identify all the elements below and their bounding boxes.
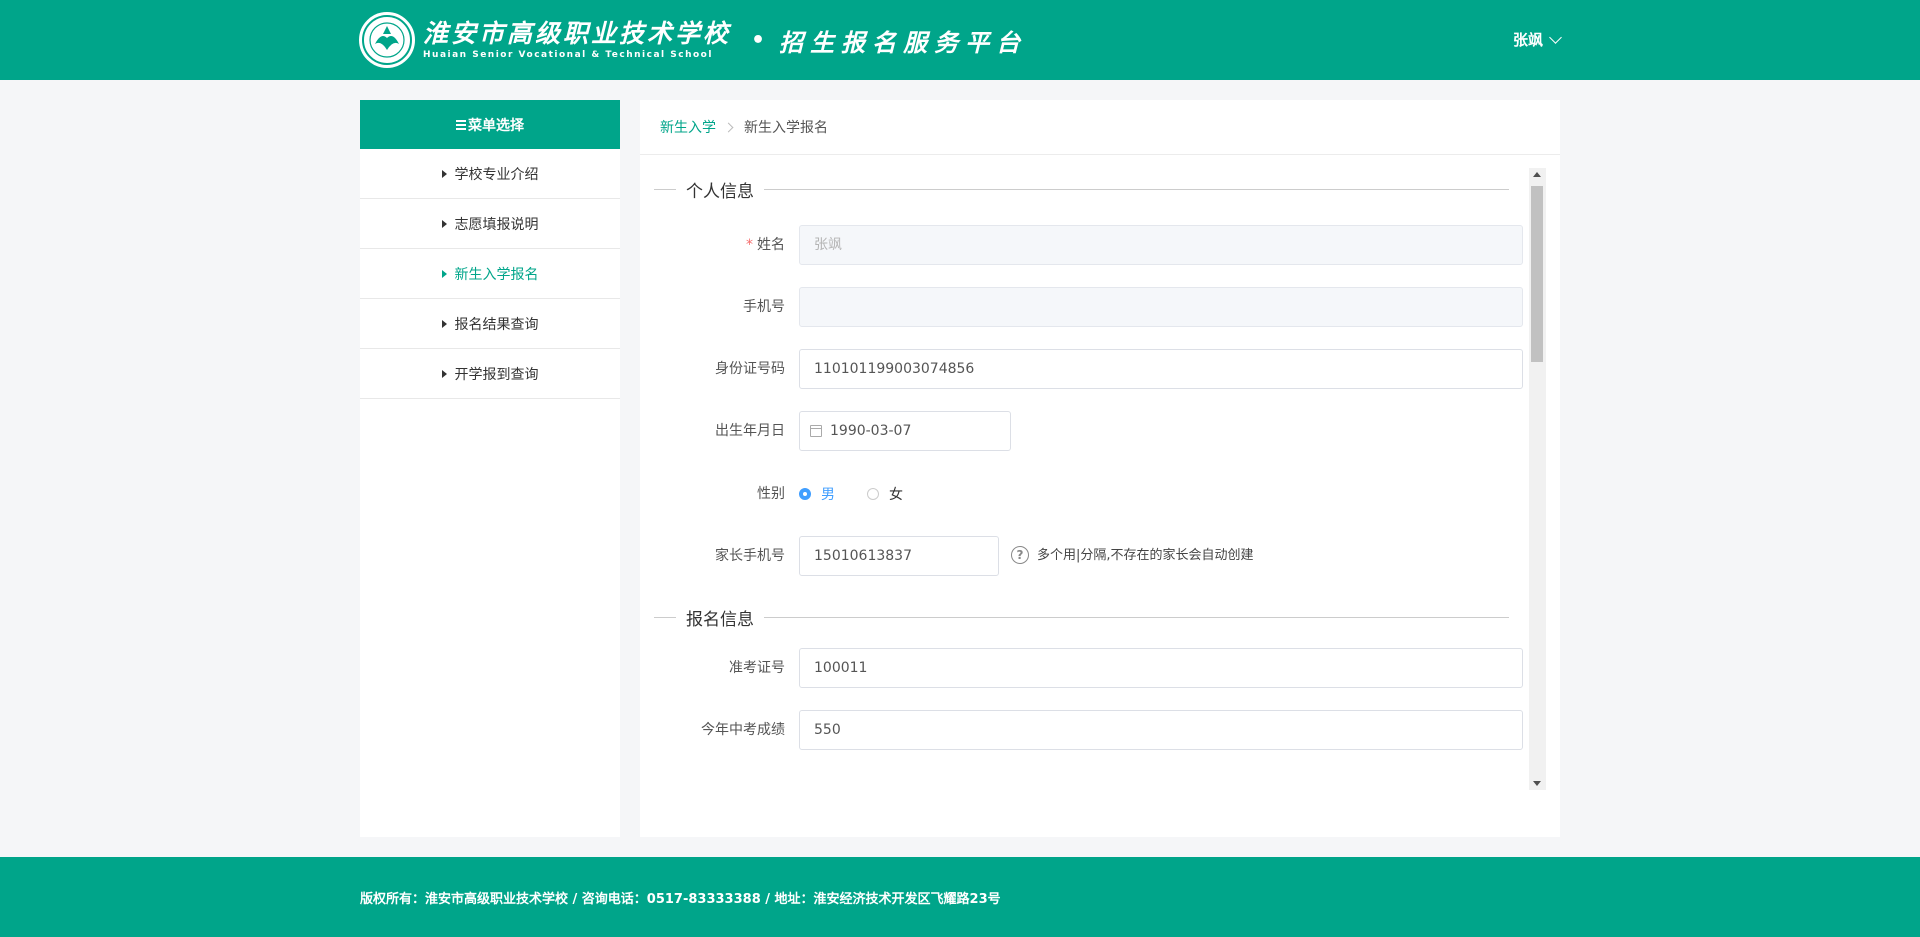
gender-row: 性别 男 女 bbox=[654, 474, 1534, 514]
parent-phone-row: 家长手机号 ? 多个用|分隔,不存在的家长会自动创建 bbox=[654, 536, 1534, 576]
school-name-en: Huaian Senior Vocational & Technical Sch… bbox=[423, 50, 713, 60]
section-personal-info: 个人信息 bbox=[654, 174, 1509, 204]
sidebar-item-school-majors[interactable]: 学校专业介绍 bbox=[360, 149, 620, 199]
title-separator: • bbox=[751, 27, 766, 53]
section-title: 报名信息 bbox=[686, 609, 754, 630]
caret-right-icon bbox=[441, 369, 447, 378]
name-label: * 姓名 bbox=[654, 225, 785, 265]
scrollbar-thumb[interactable] bbox=[1531, 186, 1543, 362]
gender-female-radio[interactable]: 女 bbox=[867, 474, 903, 514]
sidebar-item-enrollment-query[interactable]: 开学报到查询 bbox=[360, 349, 620, 399]
sidebar-item-label: 报名结果查询 bbox=[454, 316, 539, 333]
sidebar-header: 菜单选择 bbox=[360, 100, 620, 149]
gender-label: 性别 bbox=[757, 486, 785, 502]
sidebar: 菜单选择 学校专业介绍 志愿填报说明 新生入学报名 报名结果查询 开学报到查询 bbox=[360, 100, 620, 837]
sidebar-item-label: 开学报到查询 bbox=[454, 366, 539, 383]
main-panel: 新生入学 新生入学报名 个人信息 *姓名 手机号 身份证号码 出生年月日 性别 bbox=[640, 100, 1560, 837]
sidebar-item-new-student-registration[interactable]: 新生入学报名 bbox=[360, 249, 620, 299]
user-name: 张飒 bbox=[1512, 31, 1543, 49]
name-label-text: 姓名 bbox=[757, 237, 785, 253]
chevron-right-icon bbox=[723, 122, 734, 132]
gender-male-label: 男 bbox=[821, 487, 835, 503]
radio-dot bbox=[867, 488, 879, 500]
id-row: 身份证号码 bbox=[654, 349, 1534, 389]
parent-phone-label: 家长手机号 bbox=[715, 548, 785, 564]
form-scrollbar[interactable] bbox=[1529, 168, 1546, 790]
caret-right-icon bbox=[441, 319, 447, 328]
parent-phone-input[interactable] bbox=[799, 536, 999, 576]
required-mark: * bbox=[746, 237, 753, 253]
help-icon[interactable]: ? bbox=[1011, 546, 1029, 564]
exam-score-input[interactable] bbox=[799, 710, 1523, 750]
platform-title: 招生报名服务平台 bbox=[779, 27, 1028, 57]
sidebar-item-label: 志愿填报说明 bbox=[454, 216, 539, 233]
divider bbox=[764, 188, 1509, 190]
phone-input[interactable] bbox=[799, 287, 1523, 327]
top-header: 淮安市高级职业技术学校 Huaian Senior Vocational & T… bbox=[0, 0, 1920, 80]
name-row: * 姓名 bbox=[654, 225, 1534, 265]
exam-number-input[interactable] bbox=[799, 648, 1523, 688]
birth-row: 出生年月日 bbox=[654, 411, 1534, 451]
divider bbox=[654, 616, 676, 618]
exam-no-row: 准考证号 bbox=[654, 648, 1534, 688]
birth-date-picker[interactable] bbox=[799, 411, 1011, 451]
footer-copyright: 版权所有：淮安市高级职业技术学校 / 咨询电话：0517-83333388 / … bbox=[360, 892, 1001, 907]
sidebar-item-application-guide[interactable]: 志愿填报说明 bbox=[360, 199, 620, 249]
chevron-down-icon bbox=[1549, 30, 1562, 44]
scroll-up-arrow-icon[interactable] bbox=[1533, 172, 1541, 177]
menu-icon bbox=[456, 119, 466, 130]
name-input[interactable] bbox=[799, 225, 1523, 265]
parent-phone-help-text: 多个用|分隔,不存在的家长会自动创建 bbox=[1037, 548, 1254, 563]
registration-form: 个人信息 *姓名 手机号 身份证号码 出生年月日 性别 男 bbox=[654, 170, 1534, 788]
phone-label: 手机号 bbox=[743, 299, 785, 315]
id-number-input[interactable] bbox=[799, 349, 1523, 389]
caret-right-icon bbox=[441, 169, 447, 178]
phone-row: 手机号 bbox=[654, 287, 1534, 327]
breadcrumb: 新生入学 新生入学报名 bbox=[640, 100, 1560, 155]
school-logo[interactable]: 淮安市高级职业技术学校 Huaian Senior Vocational & T… bbox=[359, 11, 1027, 69]
sidebar-title: 菜单选择 bbox=[468, 117, 524, 134]
score-label: 今年中考成绩 bbox=[701, 722, 785, 738]
page-footer: 版权所有：淮安市高级职业技术学校 / 咨询电话：0517-83333388 / … bbox=[0, 857, 1920, 937]
calendar-icon bbox=[810, 425, 822, 437]
sidebar-item-label: 学校专业介绍 bbox=[454, 166, 539, 183]
user-menu-dropdown[interactable]: 张飒 bbox=[1512, 29, 1562, 50]
gender-female-label: 女 bbox=[889, 487, 903, 503]
caret-right-icon bbox=[441, 219, 447, 228]
breadcrumb-current: 新生入学报名 bbox=[744, 120, 828, 136]
divider bbox=[764, 616, 1509, 618]
sidebar-item-result-query[interactable]: 报名结果查询 bbox=[360, 299, 620, 349]
divider bbox=[654, 188, 676, 190]
exam-no-label: 准考证号 bbox=[729, 660, 785, 676]
radio-dot bbox=[799, 488, 811, 500]
score-row: 今年中考成绩 bbox=[654, 710, 1534, 750]
id-label: 身份证号码 bbox=[715, 361, 785, 377]
caret-right-icon bbox=[441, 269, 447, 278]
school-emblem-icon bbox=[359, 12, 415, 68]
section-registration-info: 报名信息 bbox=[654, 602, 1509, 632]
sidebar-item-label: 新生入学报名 bbox=[454, 266, 539, 283]
birth-label: 出生年月日 bbox=[715, 423, 785, 439]
section-title: 个人信息 bbox=[686, 181, 754, 202]
breadcrumb-parent-link[interactable]: 新生入学 bbox=[660, 117, 716, 137]
scroll-down-arrow-icon[interactable] bbox=[1533, 781, 1541, 786]
school-name-cn: 淮安市高级职业技术学校 bbox=[423, 19, 732, 48]
gender-male-radio[interactable]: 男 bbox=[799, 474, 835, 514]
school-name: 淮安市高级职业技术学校 Huaian Senior Vocational & T… bbox=[423, 19, 731, 61]
